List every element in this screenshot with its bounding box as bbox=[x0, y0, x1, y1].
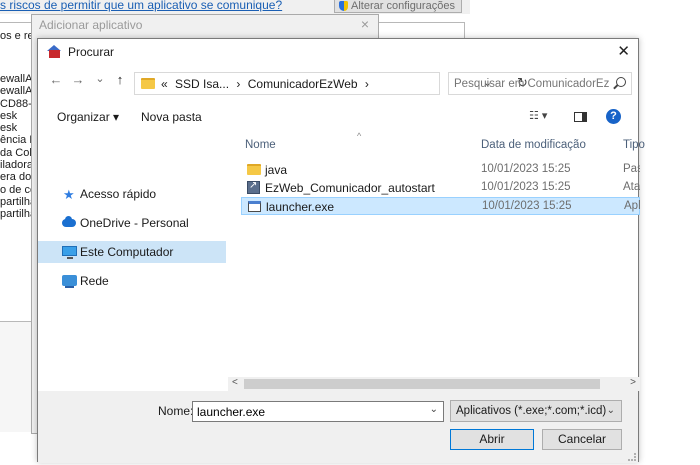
shortcut-icon bbox=[247, 180, 260, 194]
change-settings-label: Alterar configurações bbox=[351, 0, 455, 12]
column-header-date[interactable]: Data de modificação bbox=[481, 139, 586, 151]
new-folder-button[interactable]: Nova pasta bbox=[141, 110, 202, 124]
open-file-dialog: Procurar ✕ ← → ⌄ ↑ « SSD Isa... › Comuni… bbox=[37, 38, 645, 463]
breadcrumb-item-ssd[interactable]: SSD Isa... bbox=[175, 77, 229, 91]
cancel-button[interactable]: Cancelar bbox=[542, 429, 622, 450]
file-type: Pasta bbox=[623, 163, 640, 175]
file-list: Nome ^ Data de modificação Tipo java 10/… bbox=[241, 131, 645, 377]
search-icon[interactable] bbox=[616, 77, 626, 87]
file-name: java bbox=[265, 163, 288, 177]
scroll-thumb[interactable] bbox=[244, 379, 600, 389]
close-icon[interactable]: ✕ bbox=[617, 42, 630, 60]
file-date: 10/01/2023 15:25 bbox=[481, 163, 571, 175]
back-arrow-icon[interactable]: ← bbox=[48, 72, 64, 92]
dialog-title: Procurar bbox=[68, 45, 115, 59]
view-options-button[interactable]: ☷ ▾ bbox=[529, 109, 547, 122]
scroll-right-icon[interactable]: > bbox=[630, 377, 636, 388]
filename-input[interactable] bbox=[193, 402, 418, 421]
recent-locations-chevron-icon[interactable]: ⌄ bbox=[92, 72, 108, 92]
change-settings-button[interactable]: Alterar configurações bbox=[334, 0, 462, 13]
file-date: 10/01/2023 15:25 bbox=[481, 181, 571, 193]
app-icon bbox=[47, 45, 62, 59]
nav-item-onedrive[interactable]: OneDrive - Personal bbox=[38, 212, 226, 234]
horizontal-scrollbar[interactable]: < > bbox=[228, 377, 640, 391]
address-row: ← → ⌄ ↑ « SSD Isa... › ComunicadorEzWeb … bbox=[38, 69, 638, 97]
nav-item-quick-access[interactable]: ★ Acesso rápido bbox=[38, 183, 226, 205]
exe-icon bbox=[248, 201, 261, 212]
column-header-name[interactable]: Nome bbox=[245, 139, 276, 151]
help-icon[interactable]: ? bbox=[606, 109, 621, 124]
column-header-type[interactable]: Tipo bbox=[623, 139, 645, 151]
file-type-select[interactable]: Aplicativos (*.exe;*.com;*.icd) ⌄ bbox=[450, 400, 622, 422]
open-button[interactable]: Abrir bbox=[450, 429, 534, 450]
folder-icon bbox=[247, 164, 261, 175]
breadcrumb-item-comunicador[interactable]: ComunicadorEzWeb bbox=[248, 77, 358, 91]
search-box bbox=[448, 72, 632, 95]
search-input[interactable] bbox=[449, 73, 609, 94]
file-row-launcher[interactable]: launcher.exe 10/01/2023 15:25 Aplica bbox=[241, 197, 641, 215]
file-row-autostart[interactable]: EzWeb_Comunicador_autostart 10/01/2023 1… bbox=[241, 179, 640, 197]
navigation-pane: ★ Acesso rápido OneDrive - Personal Este… bbox=[38, 131, 228, 381]
dialog-bottom-area: Nome: ⌄ Aplicativos (*.exe;*.com;*.icd) … bbox=[38, 391, 638, 463]
chevron-down-icon: ⌄ bbox=[606, 405, 615, 416]
add-app-dialog-title: Adicionar aplicativo bbox=[39, 18, 143, 32]
filename-label: Nome: bbox=[158, 404, 194, 418]
breadcrumb: « SSD Isa... › ComunicadorEzWeb › bbox=[161, 77, 373, 91]
preview-pane-icon[interactable] bbox=[574, 112, 587, 122]
filename-combobox: ⌄ bbox=[192, 401, 444, 422]
file-type: Aplica bbox=[624, 200, 641, 212]
forward-arrow-icon[interactable]: → bbox=[70, 72, 86, 92]
file-row-java[interactable]: java 10/01/2023 15:25 Pasta bbox=[241, 161, 640, 179]
sort-ascending-icon: ^ bbox=[357, 131, 362, 141]
breadcrumb-overflow[interactable]: « bbox=[161, 77, 168, 91]
risk-info-link[interactable]: s riscos de permitir que um aplicativo s… bbox=[0, 0, 282, 12]
nav-item-label: Rede bbox=[80, 274, 109, 288]
nav-item-label: Acesso rápido bbox=[80, 187, 157, 201]
breadcrumb-separator[interactable]: › bbox=[365, 77, 369, 91]
dialog-toolbar: Organizar ▾ Nova pasta ☷ ▾ ? bbox=[38, 103, 638, 129]
nav-item-label: Este Computador bbox=[80, 245, 174, 259]
organize-button[interactable]: Organizar ▾ bbox=[57, 110, 119, 124]
nav-item-label: OneDrive - Personal bbox=[80, 216, 189, 230]
add-app-close-icon[interactable]: × bbox=[361, 16, 369, 32]
nav-item-network[interactable]: Rede bbox=[38, 270, 226, 292]
star-icon: ★ bbox=[63, 187, 75, 202]
up-arrow-icon[interactable]: ↑ bbox=[112, 72, 128, 92]
nav-item-this-pc[interactable]: Este Computador bbox=[38, 241, 226, 263]
cloud-icon bbox=[62, 216, 76, 227]
file-name: EzWeb_Comunicador_autostart bbox=[265, 181, 435, 195]
breadcrumb-separator[interactable]: › bbox=[236, 77, 240, 91]
file-type: Atalho bbox=[623, 181, 640, 193]
background-top-bar: s riscos de permitir que um aplicativo s… bbox=[0, 0, 470, 14]
filename-dropdown-icon[interactable]: ⌄ bbox=[430, 404, 438, 415]
resize-grip-icon[interactable] bbox=[628, 453, 636, 461]
file-date: 10/01/2023 15:25 bbox=[482, 200, 572, 212]
file-type-value: Aplicativos (*.exe;*.com;*.icd) bbox=[456, 405, 607, 417]
network-icon bbox=[62, 275, 77, 288]
folder-icon bbox=[141, 78, 155, 89]
scroll-left-icon[interactable]: < bbox=[232, 377, 238, 388]
file-name: launcher.exe bbox=[266, 200, 335, 214]
address-bar[interactable]: « SSD Isa... › ComunicadorEzWeb › ⌄ ↻ bbox=[134, 72, 528, 95]
shield-icon bbox=[339, 0, 348, 11]
dialog-title-bar: Procurar ✕ bbox=[38, 39, 638, 66]
pc-icon bbox=[62, 246, 77, 259]
